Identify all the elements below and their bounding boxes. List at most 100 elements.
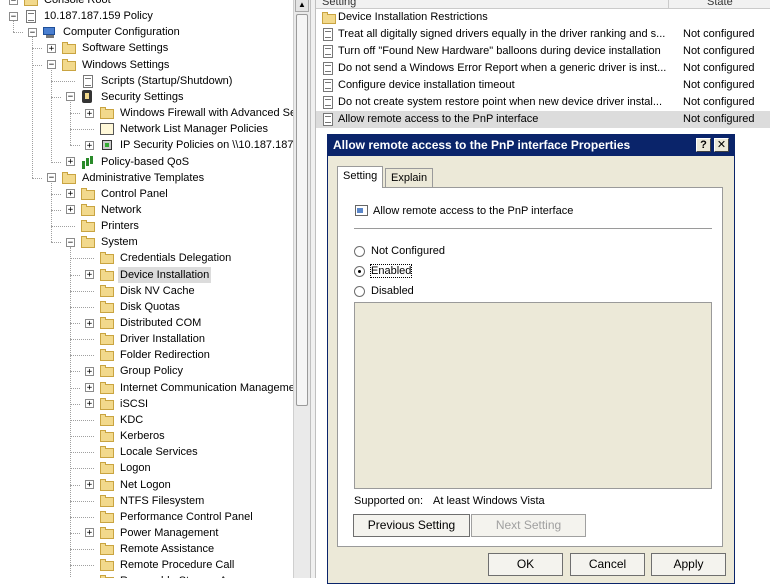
- expand-icon[interactable]: +: [85, 383, 94, 393]
- collapse-icon[interactable]: −: [9, 11, 18, 21]
- tree-item[interactable]: − Windows Settings: [47, 57, 171, 73]
- folder-icon: [99, 542, 115, 556]
- radio-enabled[interactable]: Enabled: [354, 264, 413, 278]
- expand-icon[interactable]: +: [66, 205, 75, 215]
- tree-guide-line: [70, 145, 80, 147]
- tree-item[interactable]: − Computer Configuration: [28, 24, 182, 40]
- supported-value: At least Windows Vista: [433, 495, 545, 507]
- tree-item[interactable]: + Control Panel: [66, 186, 170, 202]
- tree-item[interactable]: Disk Quotas: [85, 299, 182, 315]
- list-item-state: Not configured: [683, 112, 755, 125]
- collapse-icon[interactable]: −: [47, 173, 56, 183]
- tab-setting[interactable]: Setting: [337, 166, 384, 188]
- tree-item[interactable]: + Distributed COM: [85, 315, 203, 331]
- folder-icon: [99, 364, 115, 378]
- list-item[interactable]: Do not create system restore point when …: [316, 94, 770, 111]
- folder-icon: [99, 251, 115, 265]
- expand-icon[interactable]: +: [85, 140, 94, 150]
- scroll-up-arrow-icon[interactable]: ▲: [295, 0, 309, 12]
- collapse-icon[interactable]: −: [66, 92, 75, 102]
- tree-guide-line: [70, 371, 80, 373]
- tree-vertical-scrollbar[interactable]: ▲: [293, 0, 310, 578]
- tree-item[interactable]: Kerberos: [85, 428, 167, 444]
- expand-icon[interactable]: +: [66, 157, 75, 167]
- tree-item[interactable]: Remote Assistance: [85, 541, 216, 557]
- tree-item[interactable]: Folder Redirection: [85, 347, 212, 363]
- apply-button[interactable]: Apply: [651, 553, 726, 576]
- tree-item[interactable]: + Internet Communication Manageme: [85, 380, 293, 396]
- tree-item[interactable]: + Policy-based QoS: [66, 154, 191, 170]
- tree-item[interactable]: Remote Procedure Call: [85, 557, 236, 573]
- list-item[interactable]: Configure device installation timeout Not…: [316, 77, 770, 94]
- console-tree[interactable]: − Console Root −10.187.187.159 Policy − Comp…: [0, 0, 293, 578]
- dialog-titlebar[interactable]: Allow remote access to the PnP interface…: [328, 135, 734, 156]
- tree-item[interactable]: + Group Policy: [85, 363, 185, 379]
- column-header-state[interactable]: State: [707, 0, 733, 8]
- expand-icon[interactable]: +: [85, 318, 94, 328]
- radio-circle: [354, 285, 365, 297]
- column-header-setting[interactable]: Setting: [322, 0, 356, 8]
- next-setting-button[interactable]: Next Setting: [471, 514, 586, 537]
- tree-item[interactable]: + Network: [66, 202, 143, 218]
- collapse-icon[interactable]: −: [9, 0, 18, 5]
- list-item[interactable]: Treat all digitally signed drivers equal…: [316, 26, 770, 43]
- tree-item[interactable]: + IP Security Policies on \\10.187.187: [85, 137, 293, 153]
- tree-item[interactable]: Printers: [66, 218, 141, 234]
- help-icon[interactable]: ?: [696, 138, 711, 152]
- previous-setting-button[interactable]: Previous Setting: [353, 514, 470, 537]
- list-item[interactable]: Allow remote access to the PnP interface…: [316, 110, 770, 128]
- tree-item[interactable]: Network List Manager Policies: [85, 121, 270, 137]
- tab-explain[interactable]: Explain: [385, 168, 434, 188]
- expand-icon[interactable]: +: [85, 480, 94, 490]
- tree-item[interactable]: + Net Logon: [85, 477, 173, 493]
- expand-icon[interactable]: +: [47, 43, 56, 53]
- collapse-icon[interactable]: −: [47, 60, 56, 70]
- radio-not-configured[interactable]: Not Configured: [354, 245, 445, 257]
- tree-item[interactable]: + Windows Firewall with Advanced Se: [85, 105, 293, 121]
- comment-box[interactable]: [354, 302, 712, 489]
- tree-item[interactable]: Locale Services: [85, 444, 200, 460]
- cancel-button[interactable]: Cancel: [570, 553, 645, 576]
- expand-icon[interactable]: +: [85, 270, 94, 280]
- tree-item[interactable]: Logon: [85, 460, 153, 476]
- tree-item[interactable]: Scripts (Startup/Shutdown): [66, 73, 234, 89]
- tree-item[interactable]: − Console Root: [9, 0, 113, 8]
- expand-icon[interactable]: +: [85, 108, 94, 118]
- collapse-icon[interactable]: −: [28, 27, 37, 37]
- close-icon[interactable]: ✕: [714, 138, 729, 152]
- tree-item[interactable]: Driver Installation: [85, 331, 207, 347]
- tree-item[interactable]: Credentials Delegation: [85, 250, 233, 266]
- tree-item[interactable]: Performance Control Panel: [85, 509, 255, 525]
- expand-icon[interactable]: +: [85, 366, 94, 376]
- list-item[interactable]: Device Installation Restrictions: [316, 9, 770, 26]
- tree-item[interactable]: Removable Storage Access: [85, 573, 257, 578]
- column-separator[interactable]: [668, 0, 669, 8]
- policy-setting-icon: [321, 27, 335, 42]
- expand-icon[interactable]: +: [85, 399, 94, 409]
- tree-item[interactable]: NTFS Filesystem: [85, 493, 206, 509]
- list-item[interactable]: Turn off "Found New Hardware" balloons d…: [316, 43, 770, 60]
- tree-item[interactable]: − Administrative Templates: [47, 170, 206, 186]
- tree-item[interactable]: + Device Installation: [85, 266, 212, 283]
- expand-icon[interactable]: +: [66, 189, 75, 199]
- tree-item[interactable]: KDC: [85, 412, 145, 428]
- collapse-icon[interactable]: −: [66, 237, 75, 247]
- tree-item[interactable]: + iSCSI: [85, 396, 150, 412]
- tree-item[interactable]: − Security Settings: [66, 89, 186, 105]
- policy-setting-icon: [321, 112, 335, 127]
- ok-button[interactable]: OK: [488, 553, 563, 576]
- tree-item[interactable]: Disk NV Cache: [85, 283, 197, 299]
- tree-item[interactable]: + Power Management: [85, 525, 220, 541]
- scrollbar-thumb[interactable]: [296, 14, 308, 406]
- expand-icon[interactable]: +: [85, 528, 94, 538]
- tree-item[interactable]: − System: [66, 234, 140, 250]
- folder-icon: [99, 106, 115, 120]
- tree-item[interactable]: + Software Settings: [47, 40, 170, 56]
- tree-item-label: Network: [101, 203, 142, 216]
- radio-disabled[interactable]: Disabled: [354, 285, 414, 297]
- tree-item[interactable]: − 10.187.187.159 Policy: [9, 8, 155, 24]
- list-item[interactable]: Do not send a Windows Error Report when …: [316, 60, 770, 77]
- tree-item-label: Device Installation: [118, 266, 212, 283]
- folder-icon: [80, 235, 96, 249]
- tree-guide-line: [32, 177, 42, 179]
